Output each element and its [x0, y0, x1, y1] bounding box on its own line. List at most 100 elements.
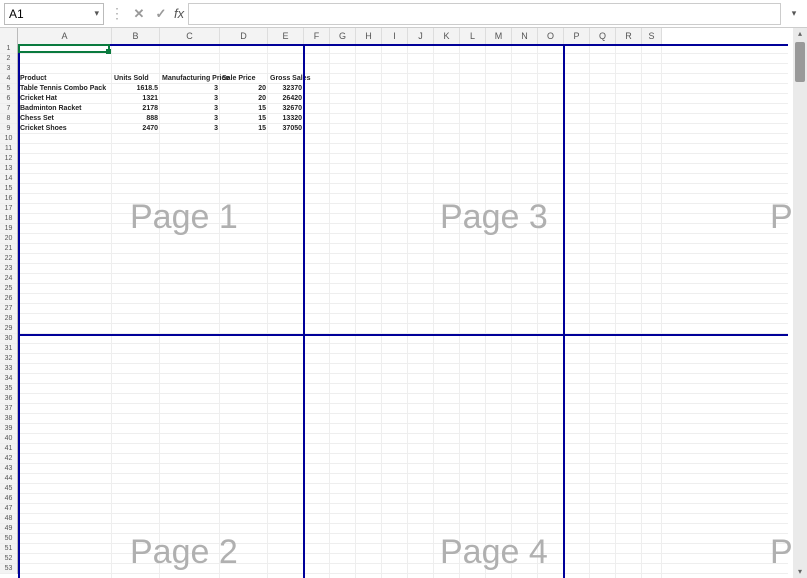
- row-header[interactable]: 43: [0, 464, 17, 474]
- row-header[interactable]: 12: [0, 154, 17, 164]
- select-all-corner[interactable]: [0, 28, 18, 44]
- column-header[interactable]: J: [408, 28, 434, 44]
- row-header[interactable]: 42: [0, 454, 17, 464]
- row-header[interactable]: 17: [0, 204, 17, 214]
- row-header[interactable]: 37: [0, 404, 17, 414]
- cell[interactable]: 20: [222, 84, 266, 94]
- row-header[interactable]: 48: [0, 514, 17, 524]
- row-header[interactable]: 46: [0, 494, 17, 504]
- column-header[interactable]: A: [18, 28, 112, 44]
- chevron-down-icon[interactable]: ▾: [94, 8, 99, 19]
- row-header[interactable]: 30: [0, 334, 17, 344]
- row-header[interactable]: 28: [0, 314, 17, 324]
- row-header[interactable]: 47: [0, 504, 17, 514]
- column-header[interactable]: E: [268, 28, 304, 44]
- row-header[interactable]: 39: [0, 424, 17, 434]
- column-header[interactable]: B: [112, 28, 160, 44]
- row-header[interactable]: 31: [0, 344, 17, 354]
- row-header[interactable]: 24: [0, 274, 17, 284]
- column-header[interactable]: F: [304, 28, 330, 44]
- column-header[interactable]: M: [486, 28, 512, 44]
- row-header[interactable]: 26: [0, 294, 17, 304]
- cancel-icon[interactable]: ✕: [130, 6, 148, 22]
- row-header[interactable]: 45: [0, 484, 17, 494]
- fx-icon[interactable]: fx: [174, 6, 184, 21]
- column-header[interactable]: Q: [590, 28, 616, 44]
- row-header[interactable]: 5: [0, 84, 17, 94]
- expand-down-icon[interactable]: ▾: [785, 8, 803, 19]
- column-header[interactable]: H: [356, 28, 382, 44]
- column-header[interactable]: S: [642, 28, 662, 44]
- cell[interactable]: 3: [162, 84, 218, 94]
- cell[interactable]: 3: [162, 114, 218, 124]
- row-header[interactable]: 25: [0, 284, 17, 294]
- row-header[interactable]: 29: [0, 324, 17, 334]
- column-header[interactable]: N: [512, 28, 538, 44]
- row-header[interactable]: 49: [0, 524, 17, 534]
- row-header[interactable]: 51: [0, 544, 17, 554]
- cell[interactable]: 3: [162, 124, 218, 134]
- row-header[interactable]: 16: [0, 194, 17, 204]
- row-header[interactable]: 33: [0, 364, 17, 374]
- row-header[interactable]: 44: [0, 474, 17, 484]
- scroll-down-icon[interactable]: ▾: [793, 566, 807, 578]
- cell[interactable]: Cricket Shoes: [20, 124, 67, 134]
- row-header[interactable]: 22: [0, 254, 17, 264]
- cell[interactable]: 3: [162, 104, 218, 114]
- cell[interactable]: Product: [20, 74, 46, 84]
- row-header[interactable]: 6: [0, 94, 17, 104]
- cell[interactable]: 15: [222, 114, 266, 124]
- row-header[interactable]: 2: [0, 54, 17, 64]
- column-header[interactable]: D: [220, 28, 268, 44]
- row-header[interactable]: 4: [0, 74, 17, 84]
- row-header[interactable]: 10: [0, 134, 17, 144]
- cell[interactable]: 15: [222, 104, 266, 114]
- row-header[interactable]: 32: [0, 354, 17, 364]
- row-header[interactable]: 20: [0, 234, 17, 244]
- row-header[interactable]: 18: [0, 214, 17, 224]
- row-header[interactable]: 41: [0, 444, 17, 454]
- cell[interactable]: 1618.5: [114, 84, 158, 94]
- cell[interactable]: Cricket Hat: [20, 94, 57, 104]
- cell[interactable]: Sale Price: [222, 74, 255, 84]
- column-header[interactable]: K: [434, 28, 460, 44]
- scroll-up-icon[interactable]: ▴: [793, 28, 807, 40]
- accept-icon[interactable]: ✓: [152, 6, 170, 22]
- cell[interactable]: 37050: [270, 124, 302, 134]
- cell[interactable]: 2470: [114, 124, 158, 134]
- row-header[interactable]: 13: [0, 164, 17, 174]
- cell[interactable]: 26420: [270, 94, 302, 104]
- row-header[interactable]: 11: [0, 144, 17, 154]
- column-header[interactable]: C: [160, 28, 220, 44]
- cell[interactable]: Table Tennis Combo Pack: [20, 84, 106, 94]
- column-header[interactable]: G: [330, 28, 356, 44]
- column-header[interactable]: O: [538, 28, 564, 44]
- cell[interactable]: 1321: [114, 94, 158, 104]
- cell[interactable]: 15: [222, 124, 266, 134]
- row-header[interactable]: 15: [0, 184, 17, 194]
- cell[interactable]: 3: [162, 94, 218, 104]
- row-header[interactable]: 35: [0, 384, 17, 394]
- column-header[interactable]: I: [382, 28, 408, 44]
- cell[interactable]: 20: [222, 94, 266, 104]
- cell[interactable]: 32670: [270, 104, 302, 114]
- row-header[interactable]: 38: [0, 414, 17, 424]
- row-header[interactable]: 50: [0, 534, 17, 544]
- cell[interactable]: Units Sold: [114, 74, 149, 84]
- column-header[interactable]: R: [616, 28, 642, 44]
- row-header[interactable]: 27: [0, 304, 17, 314]
- row-header[interactable]: 3: [0, 64, 17, 74]
- active-cell[interactable]: [18, 44, 110, 53]
- vertical-scrollbar[interactable]: ▴ ▾: [793, 28, 807, 578]
- row-header[interactable]: 52: [0, 554, 17, 564]
- row-header[interactable]: 8: [0, 114, 17, 124]
- cell[interactable]: 2178: [114, 104, 158, 114]
- formula-input[interactable]: [188, 3, 781, 25]
- row-header[interactable]: 36: [0, 394, 17, 404]
- row-header[interactable]: 1: [0, 44, 17, 54]
- row-header[interactable]: 7: [0, 104, 17, 114]
- scrollbar-thumb[interactable]: [795, 42, 805, 82]
- column-header[interactable]: L: [460, 28, 486, 44]
- row-header[interactable]: 34: [0, 374, 17, 384]
- cell[interactable]: 888: [114, 114, 158, 124]
